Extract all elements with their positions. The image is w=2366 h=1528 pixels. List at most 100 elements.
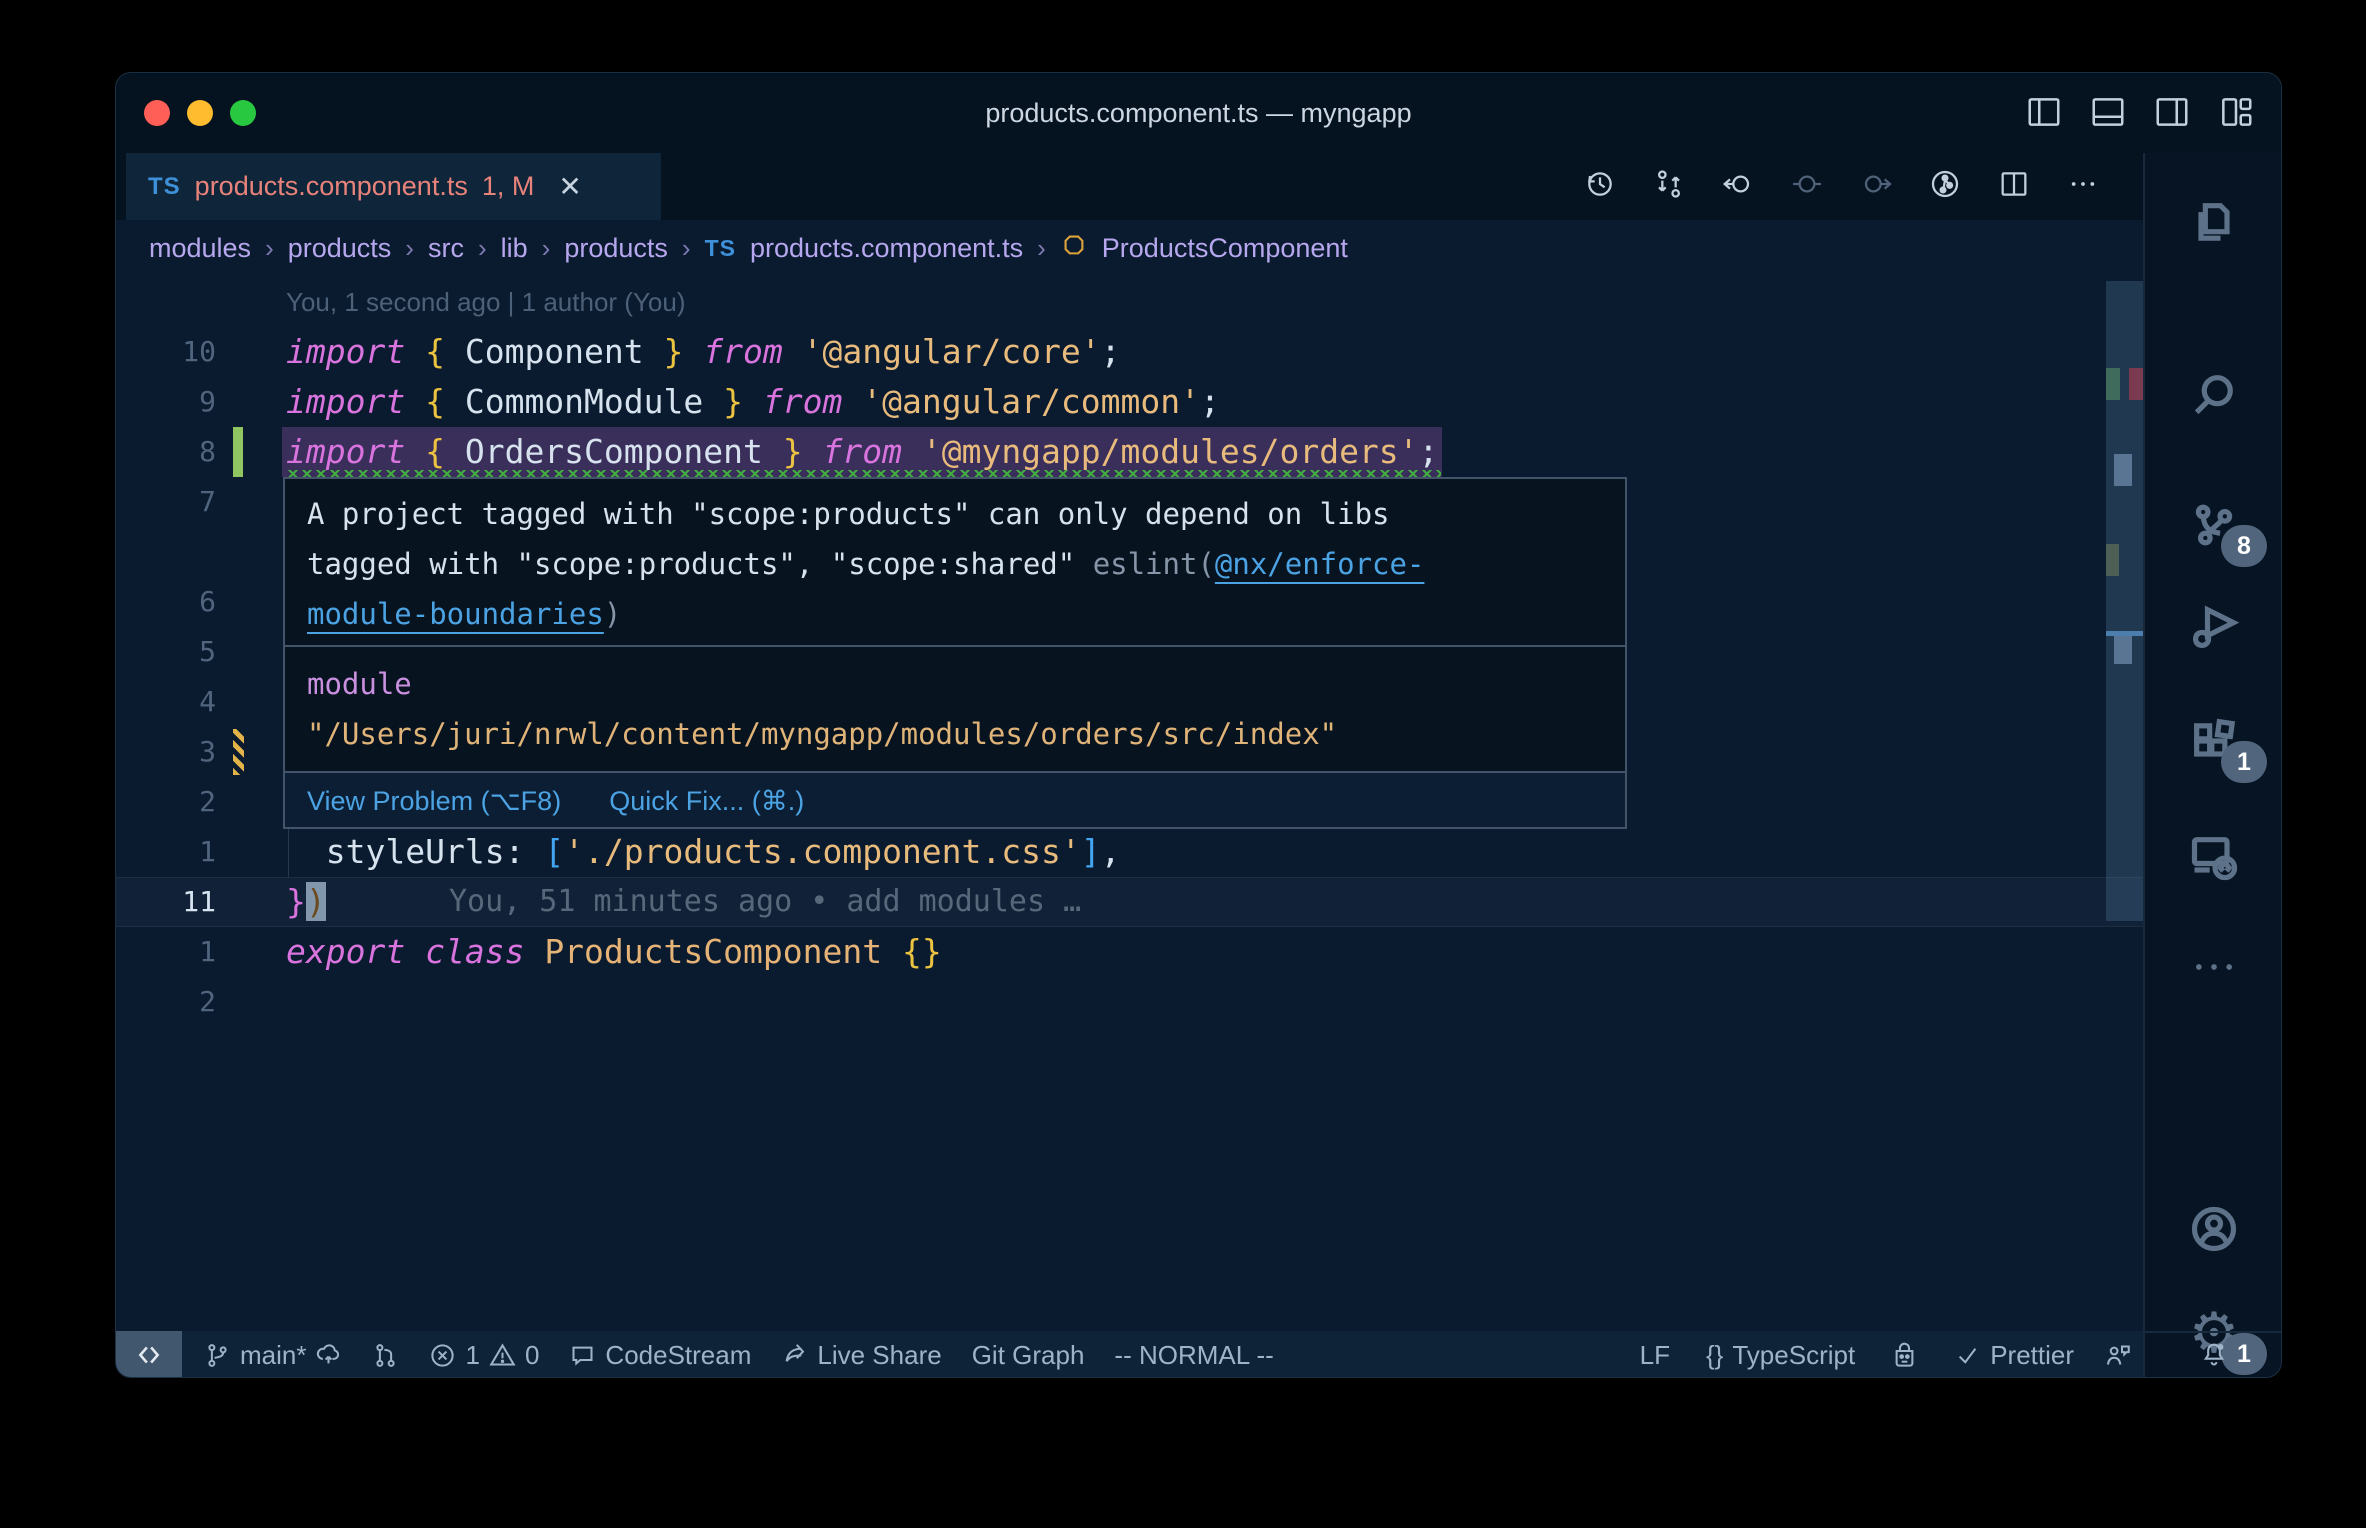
notifications-icon[interactable] <box>2200 1340 2228 1373</box>
sidebar-item-source-control[interactable]: 8 <box>2145 477 2281 573</box>
git-compare-status[interactable] <box>372 1342 399 1369</box>
formatter-status[interactable]: Prettier <box>1954 1340 2074 1371</box>
sidebar-item-explorer[interactable] <box>2145 175 2281 271</box>
vim-mode-status[interactable]: -- NORMAL -- <box>1114 1340 1273 1371</box>
sidebar-item-extensions[interactable]: 1 <box>2145 693 2281 789</box>
code-line[interactable]: 10 import { Component } from '@angular/c… <box>116 327 2143 377</box>
customize-layout-icon[interactable] <box>2217 93 2255 136</box>
remote-explorer-icon <box>2191 837 2238 881</box>
breadcrumb-item-file[interactable]: products.component.ts <box>750 233 1023 264</box>
symbol-class-icon <box>1060 231 1088 266</box>
vscode-window: products.component.ts — myngapp TS produ… <box>115 72 2282 1378</box>
inline-blame-annotation: You, 51 minutes ago • add modules … <box>449 884 1082 919</box>
tab-filename: products.component.ts <box>194 171 468 201</box>
problem-message: A project tagged with "scope:products" c… <box>307 497 1425 631</box>
ellipsis-icon <box>2196 964 2232 970</box>
comment-icon <box>572 1346 593 1366</box>
open-changes-icon[interactable] <box>1653 168 1685 205</box>
account-icon <box>2191 1206 2237 1252</box>
commit-graph-icon[interactable] <box>1929 168 1961 205</box>
git-modified-gutter-marker <box>233 729 244 775</box>
source-control-badge: 8 <box>2221 525 2267 567</box>
window-title: products.component.ts — myngapp <box>985 98 1412 128</box>
breadcrumb-item[interactable]: lib <box>501 233 528 264</box>
module-quick-info: module "/Users/juri/nrwl/content/myngapp… <box>285 645 1625 771</box>
sidebar-item-search[interactable] <box>2145 347 2281 443</box>
activity-bar: 8 1 ⚙ 1 <box>2143 153 2281 1377</box>
warning-icon <box>489 1342 516 1366</box>
feedback-status[interactable] <box>2104 1342 2131 1369</box>
braces-icon: {} <box>1705 1339 1724 1370</box>
breadcrumb-item[interactable]: products <box>564 233 668 264</box>
scrollbar[interactable] <box>2106 281 2143 921</box>
timeline-icon[interactable] <box>1584 168 1616 205</box>
ruler-cursor-mark <box>2114 636 2132 664</box>
robot-icon <box>1895 1342 1914 1367</box>
typescript-file-icon: TS <box>148 172 181 200</box>
share-icon <box>786 1343 805 1362</box>
extensions-badge: 1 <box>2221 741 2267 783</box>
ruler-error-mark <box>2129 368 2143 400</box>
robot-extension-status[interactable] <box>1891 1342 1918 1369</box>
git-graph-status[interactable]: Git Graph <box>972 1340 1085 1371</box>
previous-change-icon[interactable] <box>1791 168 1823 205</box>
quick-fix-link[interactable]: Quick Fix... (⌘.) <box>609 773 804 827</box>
ruler-modified-mark <box>2106 544 2119 576</box>
navigate-back-icon[interactable] <box>1722 168 1754 205</box>
breadcrumb-item-symbol[interactable]: ProductsComponent <box>1102 233 1348 264</box>
more-actions-icon[interactable] <box>2067 168 2099 205</box>
editor-actions <box>1584 153 2099 220</box>
ruler-added-mark <box>2106 368 2120 400</box>
status-bar: main* 1 0 CodeStream Live Share Git Grap… <box>116 1331 2143 1377</box>
breadcrumb-item[interactable]: products <box>288 233 392 264</box>
sidebar-item-more-views[interactable] <box>2145 919 2281 1015</box>
language-mode-status[interactable]: {} TypeScript <box>1706 1340 1855 1371</box>
git-added-gutter-marker <box>233 427 243 477</box>
error-icon <box>431 1343 455 1367</box>
tab-problems-modified-badge: 1, M <box>481 171 535 201</box>
problem-hover-tooltip: A project tagged with "scope:products" c… <box>283 477 1627 829</box>
code-editor[interactable]: You, 1 second ago | 1 author (You) 10 im… <box>116 277 2143 1331</box>
breadcrumb-item[interactable]: modules <box>149 233 251 264</box>
eslint-rule-link[interactable]: @nx/enforce- <box>1215 547 1425 581</box>
view-problem-link[interactable]: View Problem (⌥F8) <box>307 773 561 827</box>
sidebar-item-run-debug[interactable] <box>2145 579 2281 675</box>
toggle-panel-icon[interactable] <box>2089 93 2127 136</box>
activity-bar-bottom <box>2145 1331 2281 1377</box>
breadcrumb: modules › products › src › lib › product… <box>116 220 2161 277</box>
text-cursor: ) <box>305 882 326 921</box>
current-code-line[interactable]: 11 }) You, 51 minutes ago • add modules … <box>116 877 2143 927</box>
git-branch-status[interactable]: main* <box>204 1340 342 1371</box>
next-change-icon[interactable] <box>1860 168 1892 205</box>
eslint-rule-link[interactable]: module-boundaries <box>307 597 604 631</box>
problems-status[interactable]: 1 0 <box>429 1340 539 1371</box>
ruler-selection-mark <box>2114 454 2132 486</box>
hover-actions: View Problem (⌥F8) Quick Fix... (⌘.) <box>285 771 1625 827</box>
tab-close-icon[interactable]: ✕ <box>558 170 581 203</box>
eol-status[interactable]: LF <box>1640 1340 1670 1371</box>
search-icon <box>2194 375 2233 415</box>
code-line-error[interactable]: 8 import { OrdersComponent } from '@myng… <box>116 427 2143 478</box>
split-editor-icon[interactable] <box>1998 168 2030 205</box>
debug-icon <box>2192 605 2240 649</box>
code-line[interactable]: 9 import { CommonModule } from '@angular… <box>116 377 2143 427</box>
blame-annotation: You, 1 second ago | 1 author (You) <box>286 287 686 317</box>
code-line[interactable]: 1 styleUrls: ['./products.component.css'… <box>116 827 2143 877</box>
remote-indicator[interactable] <box>116 1331 182 1377</box>
code-line[interactable]: 1 export class ProductsComponent {} <box>116 927 2143 977</box>
accounts-button[interactable] <box>2145 1181 2281 1277</box>
feedback-icon <box>2106 1344 2130 1365</box>
sidebar-item-remote-explorer[interactable] <box>2145 809 2281 905</box>
toggle-secondary-sidebar-icon[interactable] <box>2153 93 2191 136</box>
live-share-status[interactable]: Live Share <box>781 1340 942 1371</box>
tab-products-component[interactable]: TS products.component.ts 1, M ✕ <box>126 153 661 220</box>
tab-bar: TS products.component.ts 1, M ✕ <box>116 153 2281 220</box>
toggle-primary-sidebar-icon[interactable] <box>2025 93 2063 136</box>
titlebar: products.component.ts — myngapp <box>116 73 2281 153</box>
typescript-file-icon: TS <box>704 235 736 261</box>
publish-changes-icon <box>317 1343 340 1363</box>
check-icon <box>1959 1347 1977 1364</box>
files-icon <box>2198 203 2230 241</box>
codestream-status[interactable]: CodeStream <box>569 1340 751 1371</box>
breadcrumb-item[interactable]: src <box>428 233 464 264</box>
